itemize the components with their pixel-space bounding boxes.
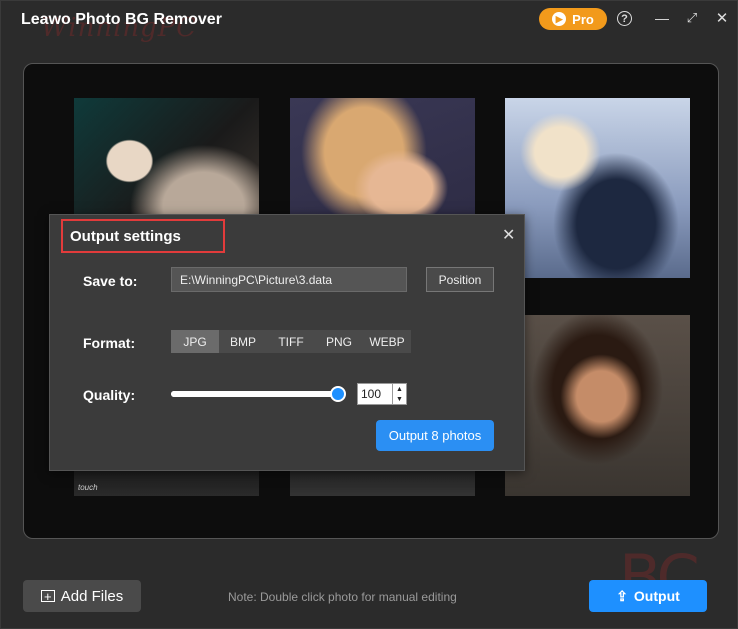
maximize-icon[interactable]: ⤢	[683, 9, 701, 27]
quality-label: Quality:	[83, 387, 136, 403]
format-label: Format:	[83, 335, 136, 351]
increment-icon[interactable]: ▲	[393, 384, 406, 394]
quality-slider[interactable]	[171, 386, 346, 402]
save-to-label: Save to:	[83, 273, 138, 289]
decrement-icon[interactable]: ▼	[393, 394, 406, 404]
output-settings-dialog: Output settings ✕ Save to: Position Form…	[49, 214, 525, 471]
quality-spinner: ▲ ▼	[392, 384, 406, 404]
output-label: Output	[633, 588, 680, 604]
format-option-jpg[interactable]: JPG	[171, 330, 219, 353]
add-files-button[interactable]: + Add Files	[23, 580, 141, 612]
output-button[interactable]: ⇪ Output	[589, 580, 707, 612]
format-option-webp[interactable]: WEBP	[363, 330, 411, 353]
add-files-label: Add Files	[60, 587, 124, 605]
help-icon[interactable]: ?	[617, 11, 632, 26]
minimize-icon[interactable]: —	[653, 9, 671, 27]
pro-label: Pro	[572, 11, 594, 27]
photo-thumbnail[interactable]	[505, 98, 690, 278]
quality-slider-fill	[171, 391, 342, 397]
title-bar: WinningPC Leawo Photo BG Remover ▶ Pro ?…	[1, 1, 737, 43]
quality-value: 100	[361, 387, 382, 401]
add-file-icon: +	[40, 590, 55, 603]
quality-slider-thumb[interactable]	[330, 386, 346, 402]
quality-stepper[interactable]: 100 ▲ ▼	[357, 383, 407, 405]
close-icon[interactable]: ✕	[713, 9, 731, 27]
dialog-title: Output settings	[70, 227, 181, 245]
export-icon: ⇪	[616, 587, 628, 604]
position-button[interactable]: Position	[426, 267, 494, 292]
pro-badge-icon: ▶	[552, 12, 567, 26]
pro-button[interactable]: ▶ Pro	[539, 8, 607, 30]
dialog-close-icon[interactable]: ✕	[502, 225, 515, 245]
format-option-bmp[interactable]: BMP	[219, 330, 267, 353]
dialog-title-highlight: Output settings	[61, 219, 225, 253]
format-option-png[interactable]: PNG	[315, 330, 363, 353]
format-selector: JPG BMP TIFF PNG WEBP	[171, 330, 411, 353]
save-path-input[interactable]	[171, 267, 407, 292]
editing-note: Note: Double click photo for manual edit…	[228, 590, 457, 604]
photo-caption: touch	[78, 483, 98, 492]
output-photos-button[interactable]: Output 8 photos	[376, 420, 494, 451]
photo-thumbnail[interactable]	[505, 315, 690, 496]
format-option-tiff[interactable]: TIFF	[267, 330, 315, 353]
app-title: Leawo Photo BG Remover	[21, 11, 222, 28]
